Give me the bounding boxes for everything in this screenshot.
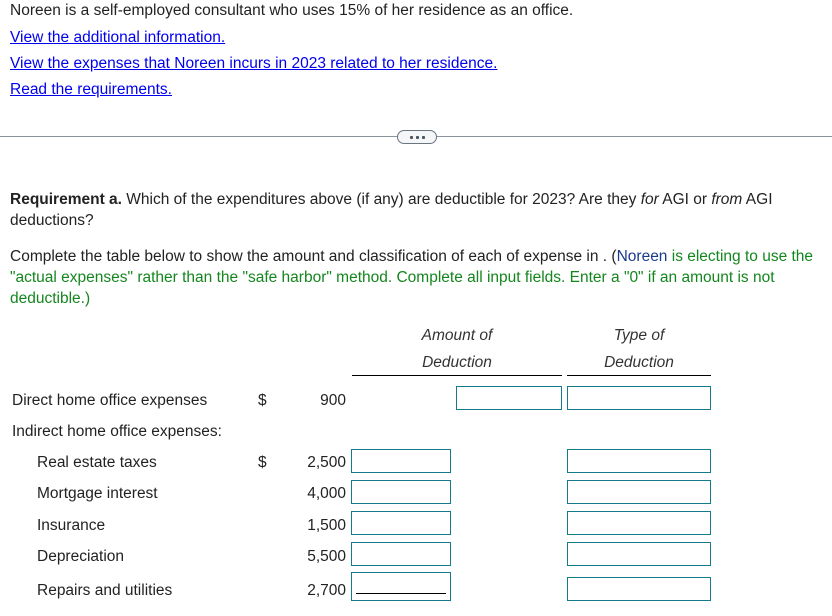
deduction-amount-input[interactable] — [351, 449, 451, 473]
expenses-link[interactable]: View the expenses that Noreen incurs in … — [10, 55, 497, 73]
deduction-amount-input[interactable] — [351, 572, 451, 601]
amount-column-header: Amount of Deduction — [352, 322, 562, 376]
instructions-name: Noreen — [616, 248, 668, 265]
deduction-amount-field[interactable] — [352, 481, 450, 503]
deduction-type-select[interactable] — [567, 511, 711, 535]
ellipsis-icon — [409, 135, 413, 139]
deduction-type-field[interactable] — [568, 450, 710, 472]
type-column-header: Type of Deduction — [567, 322, 711, 376]
deduction-type-field[interactable] — [568, 512, 710, 534]
deduction-type-field[interactable] — [568, 481, 710, 503]
deduction-amount-field[interactable] — [352, 450, 450, 472]
header-line: Amount of — [421, 327, 493, 344]
deduction-amount-field[interactable] — [457, 387, 561, 409]
deduction-type-field[interactable] — [568, 543, 710, 565]
from-text: from — [711, 191, 743, 208]
row-label: Repairs and utilities — [37, 582, 173, 599]
expense-amount: 2,500 — [307, 454, 346, 471]
expense-amount: 1,500 — [307, 517, 346, 534]
ellipsis-dot — [415, 135, 419, 139]
requirement-text: Requirement a. Which of the expenditures… — [10, 189, 810, 231]
deduction-amount-field[interactable] — [352, 543, 450, 565]
row-label: Depreciation — [37, 548, 125, 565]
requirement-body: AGI or — [658, 191, 712, 208]
row-label: Insurance — [37, 517, 106, 534]
more-options-button[interactable] — [397, 130, 437, 144]
deduction-amount-field[interactable] — [352, 573, 450, 600]
expense-amount: 4,000 — [307, 485, 346, 502]
instructions-main: Complete the table below to show the amo… — [10, 248, 617, 265]
requirements-link[interactable]: Read the requirements. — [10, 81, 172, 99]
deduction-type-select[interactable] — [567, 577, 711, 601]
intro-text: Noreen is a self-employed consultant who… — [10, 2, 574, 19]
row-label: Mortgage interest — [37, 485, 158, 502]
instructions-text: Complete the table below to show the amo… — [10, 246, 830, 309]
deduction-type-select[interactable] — [567, 449, 711, 473]
additional-info-link[interactable]: View the additional information. — [10, 29, 225, 47]
indirect-expenses-label: Indirect home office expenses: — [12, 423, 222, 440]
amount-header-rule — [352, 375, 562, 376]
deduction-amount-input[interactable] — [456, 386, 562, 410]
expense-amount: 900 — [320, 392, 346, 409]
currency-symbol: $ — [258, 392, 267, 409]
header-line: Deduction — [604, 354, 674, 371]
for-text: for — [640, 191, 659, 208]
expense-amount: 2,700 — [307, 582, 346, 599]
deduction-type-select[interactable] — [567, 542, 711, 566]
deduction-amount-input[interactable] — [351, 511, 451, 535]
direct-expenses-label: Direct home office expenses — [12, 392, 208, 409]
total-underline — [356, 593, 446, 594]
deduction-type-select[interactable] — [567, 480, 711, 504]
deduction-amount-input[interactable] — [351, 480, 451, 504]
deduction-amount-input[interactable] — [351, 542, 451, 566]
currency-symbol: $ — [258, 454, 267, 471]
ellipsis-dot — [421, 135, 425, 139]
expense-amount: 5,500 — [307, 548, 346, 565]
deduction-type-field[interactable] — [568, 578, 710, 600]
requirement-body: Which of the expenditures above (if any)… — [121, 191, 641, 208]
requirement-label: Requirement a. — [10, 191, 122, 208]
header-line: Deduction — [422, 354, 492, 371]
deduction-amount-field[interactable] — [352, 512, 450, 534]
deduction-type-field[interactable] — [568, 387, 710, 409]
deduction-type-select[interactable] — [567, 386, 711, 410]
row-label: Real estate taxes — [37, 454, 157, 471]
header-line: Type of — [613, 327, 665, 344]
type-header-rule — [567, 375, 711, 376]
